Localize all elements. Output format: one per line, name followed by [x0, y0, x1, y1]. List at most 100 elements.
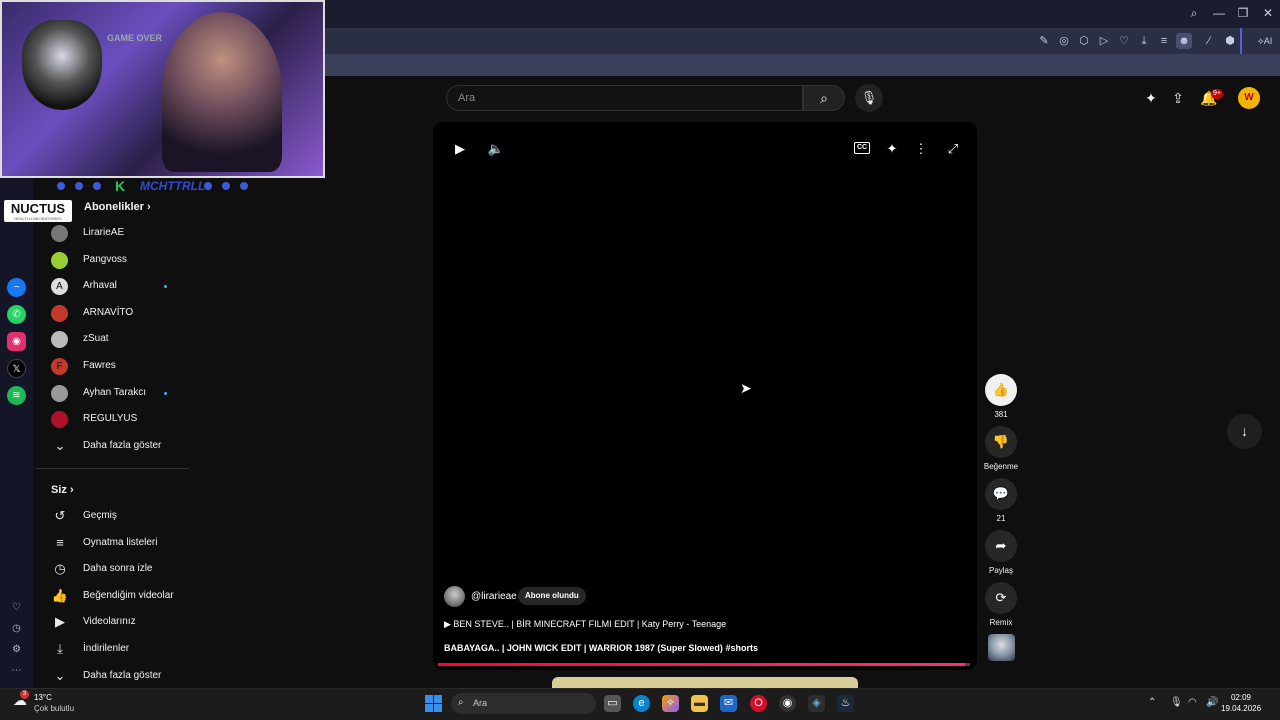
- download-icon[interactable]: ⤓: [1136, 33, 1152, 49]
- sidebar-subscription-item[interactable]: LirarieAE: [36, 221, 189, 247]
- avatar[interactable]: W: [1238, 87, 1260, 109]
- create-button[interactable]: ✦: [1141, 88, 1161, 108]
- mail-icon[interactable]: ✉: [720, 695, 737, 712]
- streamer-video: [162, 12, 282, 172]
- steam-icon[interactable]: ♨: [837, 695, 854, 712]
- share-button[interactable]: ➦: [985, 530, 1017, 562]
- volume-icon[interactable]: 🔊: [1206, 697, 1218, 708]
- ai-button[interactable]: ⟡AI: [1252, 33, 1278, 49]
- play-icon[interactable]: ▶: [451, 140, 469, 158]
- shield-icon[interactable]: ⬡: [1076, 33, 1092, 49]
- search-input[interactable]: Ara: [446, 85, 803, 111]
- play-small-icon: ▶: [444, 619, 454, 629]
- copilot-icon[interactable]: ✧: [662, 695, 679, 712]
- captions-icon[interactable]: CC: [854, 142, 870, 154]
- sidebar-subscription-item[interactable]: F Fawres: [36, 354, 189, 380]
- search-icon[interactable]: ⌕: [1183, 4, 1205, 22]
- shorts-player[interactable]: [433, 122, 977, 670]
- instagram-icon[interactable]: ◉: [7, 332, 26, 351]
- clock-icon[interactable]: ◷: [7, 619, 26, 638]
- close-button[interactable]: ✕: [1257, 4, 1279, 22]
- sidebar-you-item[interactable]: ⤓ İndirilenler: [36, 637, 189, 663]
- voice-search-button[interactable]: 🎙: [855, 84, 883, 112]
- sidebar-subscription-item[interactable]: A Arhaval: [36, 274, 189, 300]
- sidebar-you-item[interactable]: ≡ Oynatma listeleri: [36, 531, 189, 557]
- x-icon[interactable]: 𝕏: [7, 359, 26, 378]
- discord-icon[interactable]: ◉: [779, 695, 796, 712]
- next-short-preview[interactable]: [552, 677, 858, 688]
- chevron-right-icon: ›: [69, 484, 74, 496]
- wifi-icon[interactable]: ◠: [1188, 697, 1197, 708]
- channel-handle[interactable]: @lirarieae: [471, 591, 517, 602]
- whatsapp-icon[interactable]: ✆: [7, 305, 26, 324]
- channel-avatar[interactable]: [444, 586, 465, 607]
- music-track[interactable]: ▶ BEN STEVE.. | BİR MINECRAFT FILMI EDIT…: [444, 619, 726, 630]
- upload-icon[interactable]: ⇪: [1168, 88, 1188, 108]
- sidebar-item-icon: 👍: [51, 587, 69, 603]
- subscription-label: LirarieAE: [83, 227, 125, 238]
- you-header[interactable]: Siz ›: [51, 484, 74, 496]
- subscription-label: Ayhan Tarakcı: [83, 386, 147, 398]
- settings-icon[interactable]: ⚙: [7, 640, 26, 659]
- comments-button[interactable]: 💬: [985, 478, 1017, 510]
- remix-icon[interactable]: ✦: [883, 140, 901, 158]
- sidebar-item-label: Daha sonra izle: [83, 563, 153, 575]
- clock-date[interactable]: 19.04.2026: [1221, 704, 1261, 713]
- edge-icon[interactable]: e: [633, 695, 650, 712]
- heart-icon[interactable]: ♡: [1116, 33, 1132, 49]
- app-icon[interactable]: ◈: [808, 695, 825, 712]
- file-explorer-icon[interactable]: ▬: [691, 695, 708, 712]
- sidebar-you-item[interactable]: ▶ Videolarınız: [36, 610, 189, 636]
- fullscreen-icon[interactable]: ⤢: [944, 140, 962, 158]
- remix-button[interactable]: ⟳: [985, 582, 1017, 614]
- taskbar-search[interactable]: Ara: [451, 693, 596, 714]
- like-button[interactable]: 👍: [985, 374, 1017, 406]
- next-video-button[interactable]: ↓: [1227, 414, 1262, 449]
- sidebar-you-item[interactable]: 👍 Beğendiğim videolar: [36, 584, 189, 610]
- messenger-icon[interactable]: ~: [7, 278, 26, 297]
- profile-icon[interactable]: ☻: [1176, 33, 1192, 49]
- webcam-overlay: GAME OVER: [0, 0, 325, 178]
- start-button[interactable]: [425, 695, 442, 712]
- search-button[interactable]: ⌕: [803, 85, 845, 111]
- task-view-icon[interactable]: ▭: [604, 695, 621, 712]
- sidebar-item-label: Beğendiğim videolar: [83, 589, 174, 601]
- more-options-icon[interactable]: ⋮: [912, 140, 930, 158]
- camera-icon[interactable]: ◎: [1056, 33, 1072, 49]
- thumbs-up-icon: 👍: [992, 382, 1010, 397]
- ai-label: AI: [1263, 36, 1273, 46]
- video-hashtag[interactable]: #shorts: [725, 643, 758, 653]
- mouse-cursor: ➤: [740, 380, 752, 396]
- pen-icon[interactable]: ∕: [1201, 33, 1217, 49]
- sidebar-subscription-item[interactable]: Pangvoss: [36, 248, 189, 274]
- sidebar-subscription-item[interactable]: REGULYUS: [36, 407, 189, 433]
- sidebar-subscription-item[interactable]: Ayhan Tarakcı: [36, 381, 189, 407]
- sidebar-subscription-item[interactable]: ARNAVİTO: [36, 301, 189, 327]
- sidebar-you-item[interactable]: ◷ Daha sonra izle: [36, 557, 189, 583]
- edit-icon[interactable]: ✎: [1036, 33, 1052, 49]
- menu-icon[interactable]: ≡: [1156, 33, 1172, 49]
- clock-time[interactable]: 02:09: [1221, 693, 1261, 702]
- channel-avatar-icon: [51, 411, 68, 429]
- tray-chevron-icon[interactable]: ⌃: [1148, 697, 1156, 708]
- play-icon[interactable]: ▷: [1096, 33, 1112, 49]
- sound-thumbnail[interactable]: [988, 634, 1015, 661]
- subscriptions-header[interactable]: Abonelikler ›: [84, 201, 151, 213]
- sidebar-subscription-item[interactable]: zSuat: [36, 327, 189, 353]
- progress-bar[interactable]: [438, 663, 970, 666]
- restore-button[interactable]: ❐: [1232, 4, 1254, 22]
- volume-icon[interactable]: 🔈: [487, 140, 505, 158]
- dislike-button[interactable]: 👎: [985, 426, 1017, 458]
- sidebar-you-item[interactable]: ⌄ Daha fazla göster: [36, 664, 189, 690]
- heart-icon[interactable]: ♡: [7, 598, 26, 617]
- opera-gx-icon[interactable]: O: [750, 695, 767, 712]
- sidebar-you-item[interactable]: ↺ Geçmiş: [36, 504, 189, 530]
- microphone-icon[interactable]: 🎙: [1170, 697, 1183, 708]
- more-icon[interactable]: ⋯: [7, 661, 26, 680]
- minimize-button[interactable]: —: [1208, 4, 1230, 22]
- spotify-icon[interactable]: ≋: [7, 386, 26, 405]
- overlay-dot: [222, 182, 230, 190]
- subscribed-button[interactable]: Abone olundu: [518, 587, 586, 605]
- cube-icon[interactable]: ⬢: [1222, 33, 1238, 49]
- subscriptions-show-more[interactable]: ⌄ Daha fazla göster: [36, 434, 189, 460]
